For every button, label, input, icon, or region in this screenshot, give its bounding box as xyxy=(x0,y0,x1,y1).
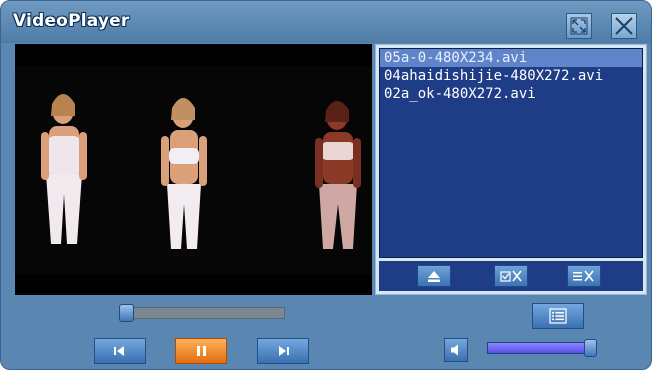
pause-icon xyxy=(197,346,206,356)
playlist-toggle-button[interactable] xyxy=(532,303,584,329)
video-player-window: VideoPlayer 05a-0-480X234.avi 04ahaidish… xyxy=(0,0,652,370)
fullscreen-button[interactable] xyxy=(566,13,592,39)
speaker-icon xyxy=(451,344,458,356)
playlist[interactable]: 05a-0-480X234.avi 04ahaidishijie-480X272… xyxy=(379,48,643,258)
volume-slider[interactable] xyxy=(487,342,597,354)
list-remove-icon xyxy=(573,270,594,282)
remove-all-button[interactable] xyxy=(567,265,601,287)
video-frame-image xyxy=(15,44,372,295)
video-display[interactable] xyxy=(15,44,372,295)
next-button[interactable] xyxy=(257,338,309,364)
playlist-toolbar xyxy=(379,261,643,291)
playlist-item[interactable]: 04ahaidishijie-480X272.avi xyxy=(380,67,642,85)
next-icon xyxy=(279,346,289,356)
seek-handle[interactable] xyxy=(119,304,134,322)
volume-button[interactable] xyxy=(444,338,468,362)
playlist-item[interactable]: 02a_ok-480X272.avi xyxy=(380,85,642,103)
eject-icon xyxy=(428,271,440,282)
playlist-icon xyxy=(549,308,567,324)
playlist-panel: 05a-0-480X234.avi 04ahaidishijie-480X272… xyxy=(375,44,647,295)
eject-button[interactable] xyxy=(417,265,451,287)
pause-button[interactable] xyxy=(175,338,227,364)
playlist-item[interactable]: 05a-0-480X234.avi xyxy=(380,49,642,67)
close-icon xyxy=(615,17,633,35)
close-button[interactable] xyxy=(611,13,637,39)
title-bar: VideoPlayer xyxy=(1,1,651,43)
previous-button[interactable] xyxy=(94,338,146,364)
seek-bar[interactable] xyxy=(129,307,285,319)
remove-checked-button[interactable] xyxy=(494,265,528,287)
previous-icon xyxy=(114,346,124,356)
volume-level xyxy=(488,343,591,353)
check-remove-icon xyxy=(500,270,522,282)
window-title: VideoPlayer xyxy=(13,11,130,31)
volume-handle[interactable] xyxy=(584,339,597,357)
fullscreen-icon xyxy=(570,17,588,35)
